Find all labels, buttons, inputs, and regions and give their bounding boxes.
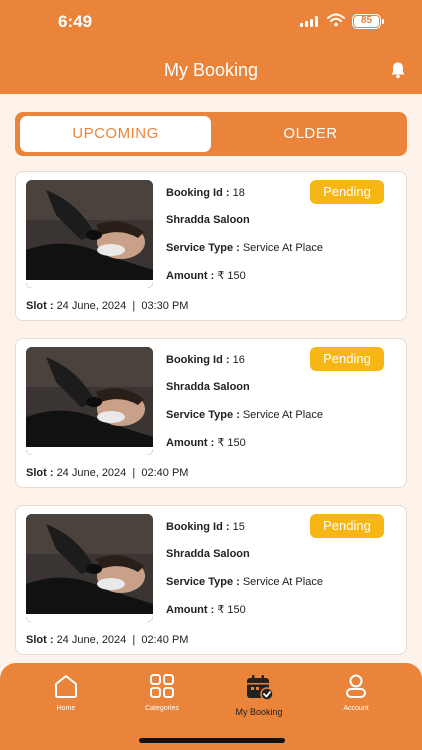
status-time: 6:49 (58, 12, 93, 31)
salon-photo (26, 180, 153, 288)
service-type-row: Service Type : Service At Place (166, 576, 323, 588)
amount-label: Amount : (166, 437, 215, 449)
booking-id-value: 18 (232, 187, 245, 199)
service-type-label: Service Type : (166, 576, 240, 588)
amount-row: Amount : ₹ 150 (166, 269, 246, 282)
amount-value: ₹ 150 (217, 437, 246, 449)
status-bar: 6:49 85 (0, 0, 422, 46)
slot-row: Slot : 24 June, 2024 | 03:30 PM (26, 300, 188, 312)
slot-value: 24 June, 2024 | 02:40 PM (56, 634, 189, 646)
battery-tip (382, 19, 384, 24)
slot-row: Slot : 24 June, 2024 | 02:40 PM (26, 634, 188, 646)
cellular-signal-icon (300, 16, 318, 27)
home-indicator (139, 738, 285, 743)
nav-label-home: Home (56, 705, 76, 712)
booking-card[interactable]: Booking Id : 18 Shradda Saloon Service Typ… (15, 171, 407, 321)
slot-row: Slot : 24 June, 2024 | 02:40 PM (26, 467, 188, 479)
service-type-row: Service Type : Service At Place (166, 409, 323, 421)
salon-photo (26, 514, 153, 622)
booking-id-row: Booking Id : 18 (166, 187, 245, 199)
app-header: 6:49 85 My Booking (0, 0, 422, 94)
tab-older[interactable]: OLDER (219, 116, 402, 152)
status-badge: Pending (310, 514, 384, 538)
nav-item-account[interactable]: Account (316, 673, 396, 712)
calendar-check-icon (247, 675, 274, 701)
salon-name: Shradda Saloon (166, 548, 250, 560)
service-type-label: Service Type : (166, 242, 240, 254)
nav-label-my-booking: My Booking (235, 707, 283, 717)
bottom-nav: Home Categories My Booking Account (0, 663, 422, 750)
booking-id-label: Booking Id : (166, 354, 230, 366)
battery-level: 85 (354, 16, 379, 27)
salon-name: Shradda Saloon (166, 214, 250, 226)
amount-value: ₹ 150 (217, 604, 246, 616)
page-title: My Booking (163, 60, 259, 80)
grid-icon (150, 674, 174, 698)
service-type-value: Service At Place (242, 576, 323, 588)
salon-name: Shradda Saloon (166, 381, 250, 393)
amount-label: Amount : (166, 604, 215, 616)
wifi-icon (327, 13, 345, 27)
nav-item-categories[interactable]: Categories (122, 673, 202, 712)
user-icon (346, 674, 366, 698)
booking-id-value: 16 (232, 354, 245, 366)
booking-id-row: Booking Id : 15 (166, 521, 245, 533)
battery-icon: 85 (352, 14, 381, 29)
amount-row: Amount : ₹ 150 (166, 436, 246, 449)
salon-photo (26, 347, 153, 455)
slot-value: 24 June, 2024 | 02:40 PM (56, 467, 189, 479)
booking-id-label: Booking Id : (166, 187, 230, 199)
booking-card[interactable]: Booking Id : 15 Shradda Saloon Service Typ… (15, 505, 407, 655)
status-badge: Pending (310, 180, 384, 204)
home-icon (55, 675, 77, 698)
booking-id-row: Booking Id : 16 (166, 354, 245, 366)
booking-id-value: 15 (232, 521, 245, 533)
amount-row: Amount : ₹ 150 (166, 603, 246, 616)
service-type-label: Service Type : (166, 409, 240, 421)
slot-label: Slot : (26, 300, 54, 312)
slot-label: Slot : (26, 634, 54, 646)
nav-label-categories: Categories (145, 705, 179, 712)
booking-tabs: UPCOMING OLDER (15, 112, 407, 156)
nav-item-home[interactable]: Home (26, 673, 106, 712)
amount-value: ₹ 150 (217, 270, 246, 282)
amount-label: Amount : (166, 270, 215, 282)
tab-upcoming[interactable]: UPCOMING (20, 116, 211, 152)
nav-label-account: Account (343, 705, 369, 712)
slot-label: Slot : (26, 467, 54, 479)
nav-item-my-booking[interactable]: My Booking (219, 673, 299, 717)
booking-card[interactable]: Booking Id : 16 Shradda Saloon Service Typ… (15, 338, 407, 488)
status-badge: Pending (310, 347, 384, 371)
service-type-row: Service Type : Service At Place (166, 242, 323, 254)
service-type-value: Service At Place (242, 409, 323, 421)
booking-id-label: Booking Id : (166, 521, 230, 533)
slot-value: 24 June, 2024 | 03:30 PM (56, 300, 189, 312)
bell-icon[interactable] (389, 61, 407, 79)
service-type-value: Service At Place (242, 242, 323, 254)
